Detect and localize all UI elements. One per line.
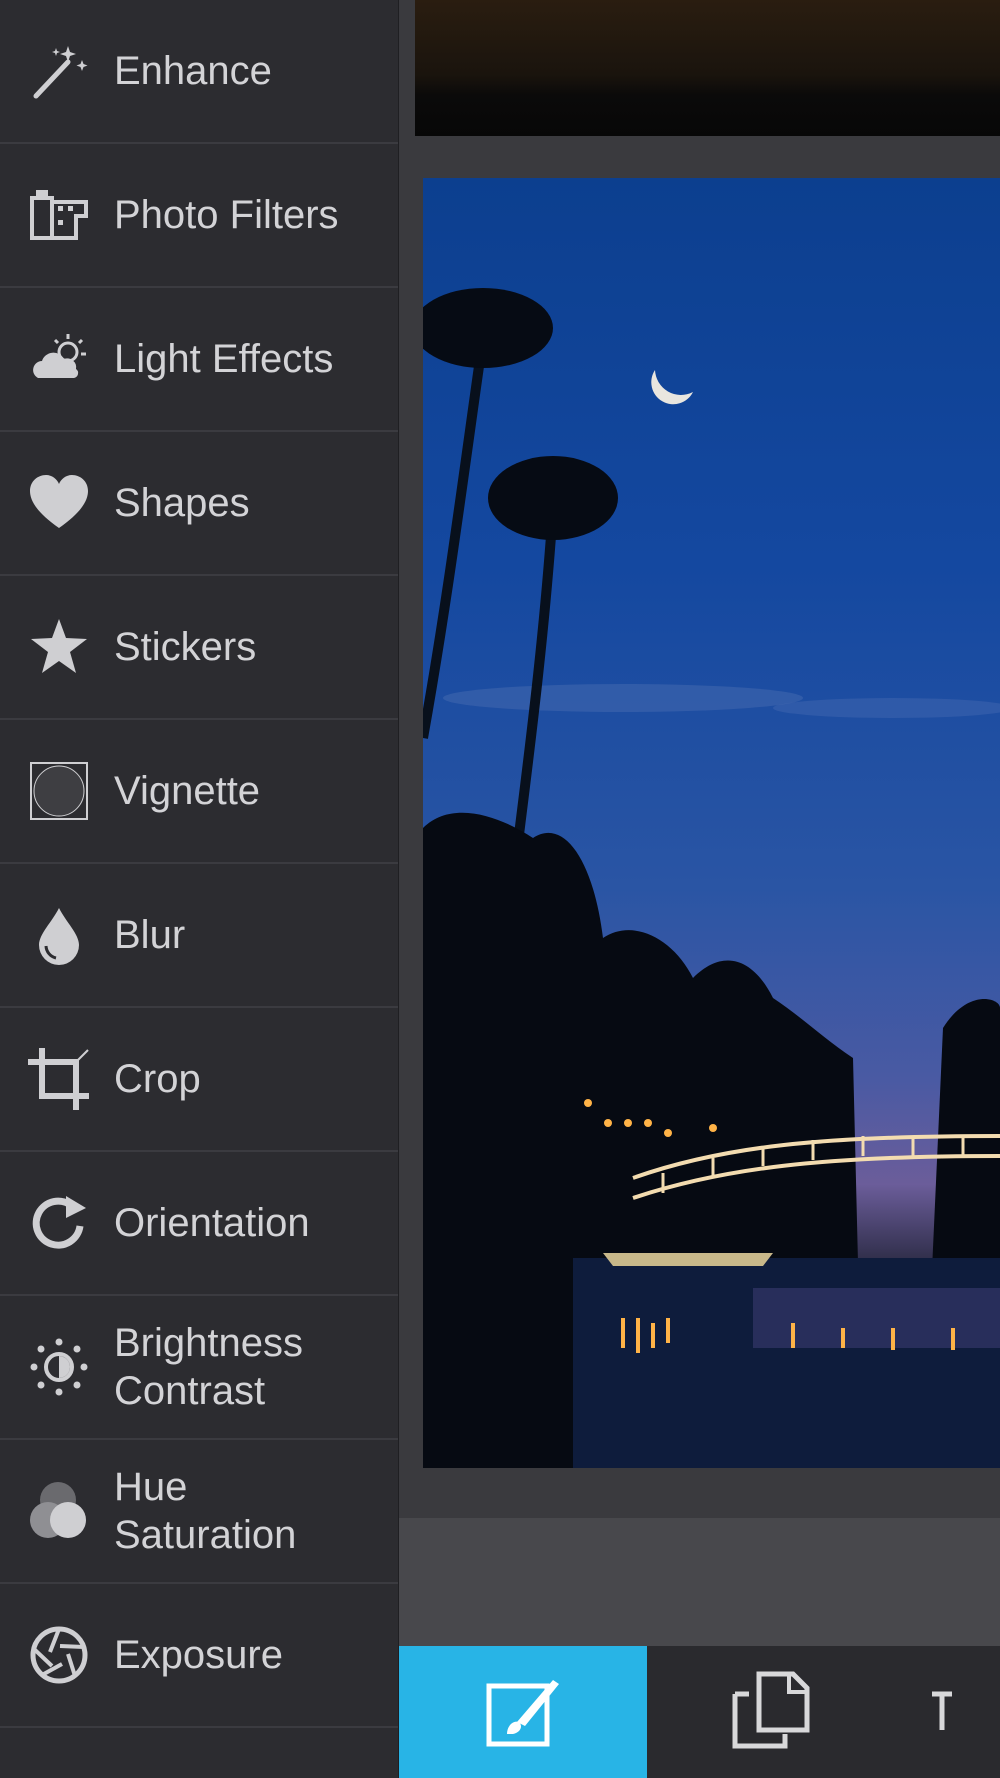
magic-wand-icon: [28, 40, 90, 102]
edit-brush-icon: [483, 1670, 563, 1755]
menu-item-blur[interactable]: Blur: [0, 864, 398, 1008]
star-icon: [28, 616, 90, 678]
menu-item-enhance[interactable]: Enhance: [0, 0, 398, 144]
menu-item-crop[interactable]: Crop: [0, 1008, 398, 1152]
photo-canvas: [399, 0, 1000, 1778]
aperture-icon: [28, 1624, 90, 1686]
menu-item-label: Photo Filters: [114, 193, 339, 237]
menu-item-label: Exposure: [114, 1633, 283, 1677]
menu-item-label: Hue Saturation: [114, 1465, 297, 1557]
copy-documents-icon: [731, 1670, 811, 1755]
menu-item-label: Crop: [114, 1057, 201, 1101]
more-tools-button[interactable]: [895, 1646, 1000, 1778]
vignette-icon: [28, 760, 90, 822]
bottom-toolbar: [399, 1646, 1000, 1778]
canvas-footer: [399, 1518, 1000, 1646]
more-icon: [928, 1670, 968, 1755]
edit-button[interactable]: [399, 1646, 647, 1778]
crop-icon: [28, 1048, 90, 1110]
menu-item-label: Vignette: [114, 769, 261, 813]
menu-item-stickers[interactable]: Stickers: [0, 576, 398, 720]
menu-item-label: Stickers: [114, 625, 257, 669]
hue-circles-icon: [28, 1480, 90, 1542]
menu-item-light-effects[interactable]: Light Effects: [0, 288, 398, 432]
menu-item-vignette[interactable]: Vignette: [0, 720, 398, 864]
drop-icon: [28, 904, 90, 966]
film-filter-icon: [28, 184, 90, 246]
menu-item-brightness-contrast[interactable]: Brightness Contrast: [0, 1296, 398, 1440]
heart-icon: [28, 472, 90, 534]
menu-item-photo-filters[interactable]: Photo Filters: [0, 144, 398, 288]
menu-item-label: Enhance: [114, 49, 272, 93]
menu-item-label: Brightness Contrast: [114, 1321, 303, 1413]
copy-button[interactable]: [647, 1646, 895, 1778]
cloud-sun-icon: [28, 328, 90, 390]
menu-item-shapes[interactable]: Shapes: [0, 432, 398, 576]
brightness-icon: [28, 1336, 90, 1398]
photo-thumbnail-previous[interactable]: [415, 0, 1000, 136]
rotate-icon: [28, 1192, 90, 1254]
menu-item-label: Orientation: [114, 1201, 310, 1245]
menu-item-orientation[interactable]: Orientation: [0, 1152, 398, 1296]
menu-item-label: Shapes: [114, 481, 250, 525]
photo-preview[interactable]: [423, 178, 1000, 1468]
menu-item-label: Blur: [114, 913, 186, 957]
tool-sidebar: Enhance Photo Filters Light Effects Shap…: [0, 0, 399, 1778]
menu-item-label: Light Effects: [114, 337, 334, 381]
menu-item-hue-saturation[interactable]: Hue Saturation: [0, 1440, 398, 1584]
menu-item-exposure[interactable]: Exposure: [0, 1584, 398, 1728]
